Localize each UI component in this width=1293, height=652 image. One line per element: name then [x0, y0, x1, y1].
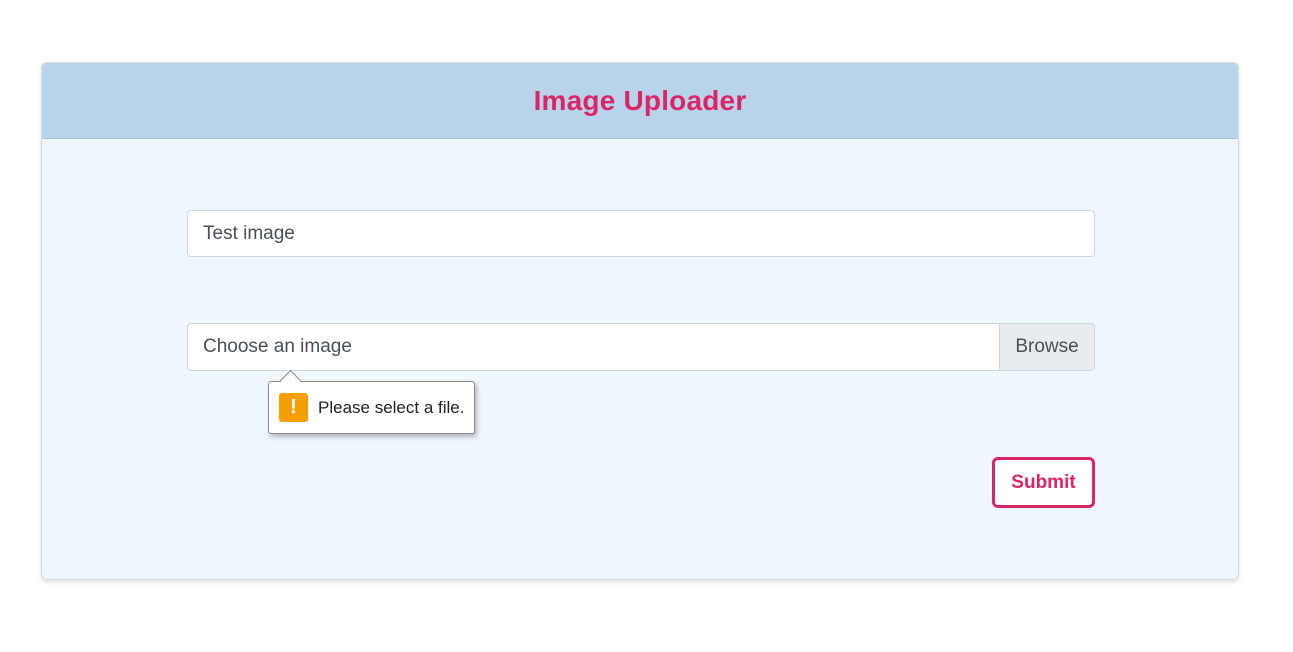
card-header: Image Uploader	[42, 63, 1238, 139]
browse-button[interactable]: Browse	[999, 324, 1094, 370]
image-title-input[interactable]	[187, 210, 1095, 257]
file-input-label[interactable]: Choose an image	[188, 324, 999, 370]
warning-icon: !	[279, 393, 308, 422]
file-input-group[interactable]: Choose an image Browse	[187, 323, 1095, 371]
validation-message: Please select a file.	[318, 397, 465, 417]
validation-tooltip: ! Please select a file.	[268, 381, 476, 434]
submit-button[interactable]: Submit	[992, 457, 1095, 508]
upload-card: Image Uploader Choose an image Browse ! …	[41, 62, 1239, 580]
page-title: Image Uploader	[533, 84, 747, 116]
